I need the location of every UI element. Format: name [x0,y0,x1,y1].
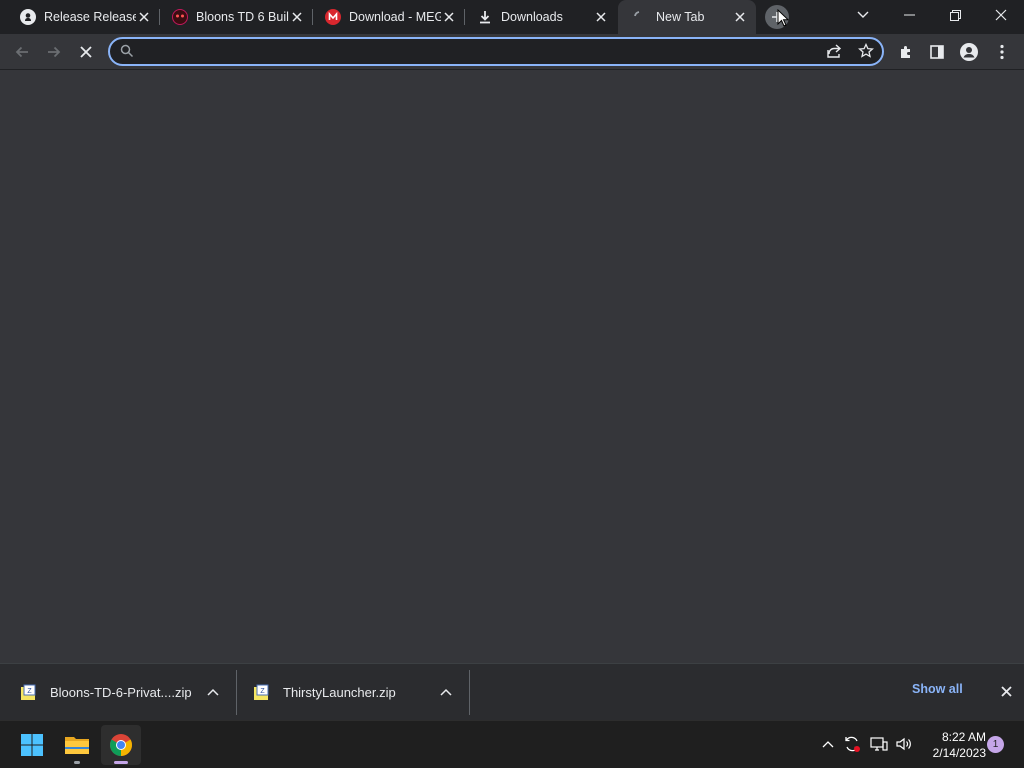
back-button[interactable] [6,36,38,68]
close-icon[interactable] [732,9,748,25]
download-divider [469,670,470,715]
close-icon[interactable] [441,9,457,25]
close-icon [80,46,92,58]
mouse-cursor-icon [777,8,790,32]
close-shelf-button[interactable] [997,682,1015,700]
search-icon [120,44,134,63]
avatar-icon [960,43,978,61]
download-item[interactable]: Z ThirstyLauncher.zip [253,670,465,715]
download-filename: Bloons-TD-6-Privat....zip [50,685,192,700]
star-icon[interactable] [858,42,874,64]
download-item[interactable]: Z Bloons-TD-6-Privat....zip [20,670,232,715]
svg-text:Z: Z [260,688,265,695]
tab-mega[interactable]: Download - MEG [313,0,465,34]
arrow-right-icon [48,46,61,58]
forward-button[interactable] [38,36,70,68]
zip-file-icon: Z [21,684,36,700]
svg-text:Z: Z [27,688,32,695]
tab-title: New Tab [656,10,705,24]
profile-button[interactable] [953,36,985,68]
tab-new-tab[interactable]: New Tab [618,0,756,34]
chevron-up-icon[interactable] [817,733,839,755]
show-all-button[interactable]: Show all [912,682,963,696]
page-content [0,71,1024,663]
side-panel-button[interactable] [921,36,953,68]
close-icon [995,9,1007,21]
stop-button[interactable] [70,36,102,68]
minimize-button[interactable] [886,0,932,30]
menu-button[interactable] [986,36,1018,68]
close-icon[interactable] [593,9,609,25]
tab-release[interactable]: Release Release [0,0,160,34]
github-icon [20,9,36,25]
tab-search-button[interactable] [840,0,886,30]
chrome-icon[interactable] [101,725,141,765]
system-clock[interactable]: 8:22 AM 2/14/2023 [920,729,986,761]
zip-file-icon: Z [254,684,269,700]
restore-button[interactable] [932,0,978,30]
extensions-button[interactable] [890,36,922,68]
notification-badge[interactable]: 1 [987,736,1004,753]
windows-start-icon[interactable] [12,725,52,765]
download-divider [236,670,237,715]
app-indicator [74,761,80,764]
side-panel-icon [930,45,944,59]
tab-strip: Release Release Bloons TD 6 Buil Downloa… [0,0,1024,34]
taskbar: 8:22 AM 2/14/2023 1 [0,720,1024,768]
tab-title: Bloons TD 6 Buil [196,10,289,24]
browser-toolbar [0,34,1024,70]
download-filename: ThirstyLauncher.zip [283,685,396,700]
tab-bloons[interactable]: Bloons TD 6 Buil [160,0,313,34]
bloons-icon [172,9,188,25]
close-icon[interactable] [289,9,305,25]
more-vert-icon [1000,44,1004,60]
close-icon [1000,685,1012,697]
tab-title: Release Release [44,10,136,24]
chevron-up-icon[interactable] [205,684,221,700]
puzzle-icon [901,46,910,58]
restore-icon [949,9,961,21]
file-explorer-icon[interactable] [57,725,97,765]
mega-icon [325,9,341,25]
loading-spinner-icon [632,9,648,25]
download-shelf: Z Bloons-TD-6-Privat....zip Z ThirstyLau… [0,663,1024,720]
download-icon [477,9,493,25]
close-window-button[interactable] [978,0,1024,30]
close-icon[interactable] [136,9,152,25]
chevron-up-icon[interactable] [438,684,454,700]
minimize-icon [903,14,915,16]
tab-downloads[interactable]: Downloads [465,0,617,34]
address-input[interactable] [142,42,802,61]
chevron-down-icon [857,11,869,18]
network-icon[interactable] [868,733,890,755]
clock-time: 8:22 AM [941,730,986,744]
address-bar[interactable] [108,37,884,66]
share-icon[interactable] [826,43,842,64]
clock-date: 2/14/2023 [932,746,986,760]
volume-icon[interactable] [893,733,915,755]
app-indicator [114,761,128,764]
sync-icon[interactable] [841,733,863,755]
arrow-left-icon [15,46,28,58]
tab-title: Downloads [501,10,563,24]
tab-title: Download - MEG [349,10,441,24]
